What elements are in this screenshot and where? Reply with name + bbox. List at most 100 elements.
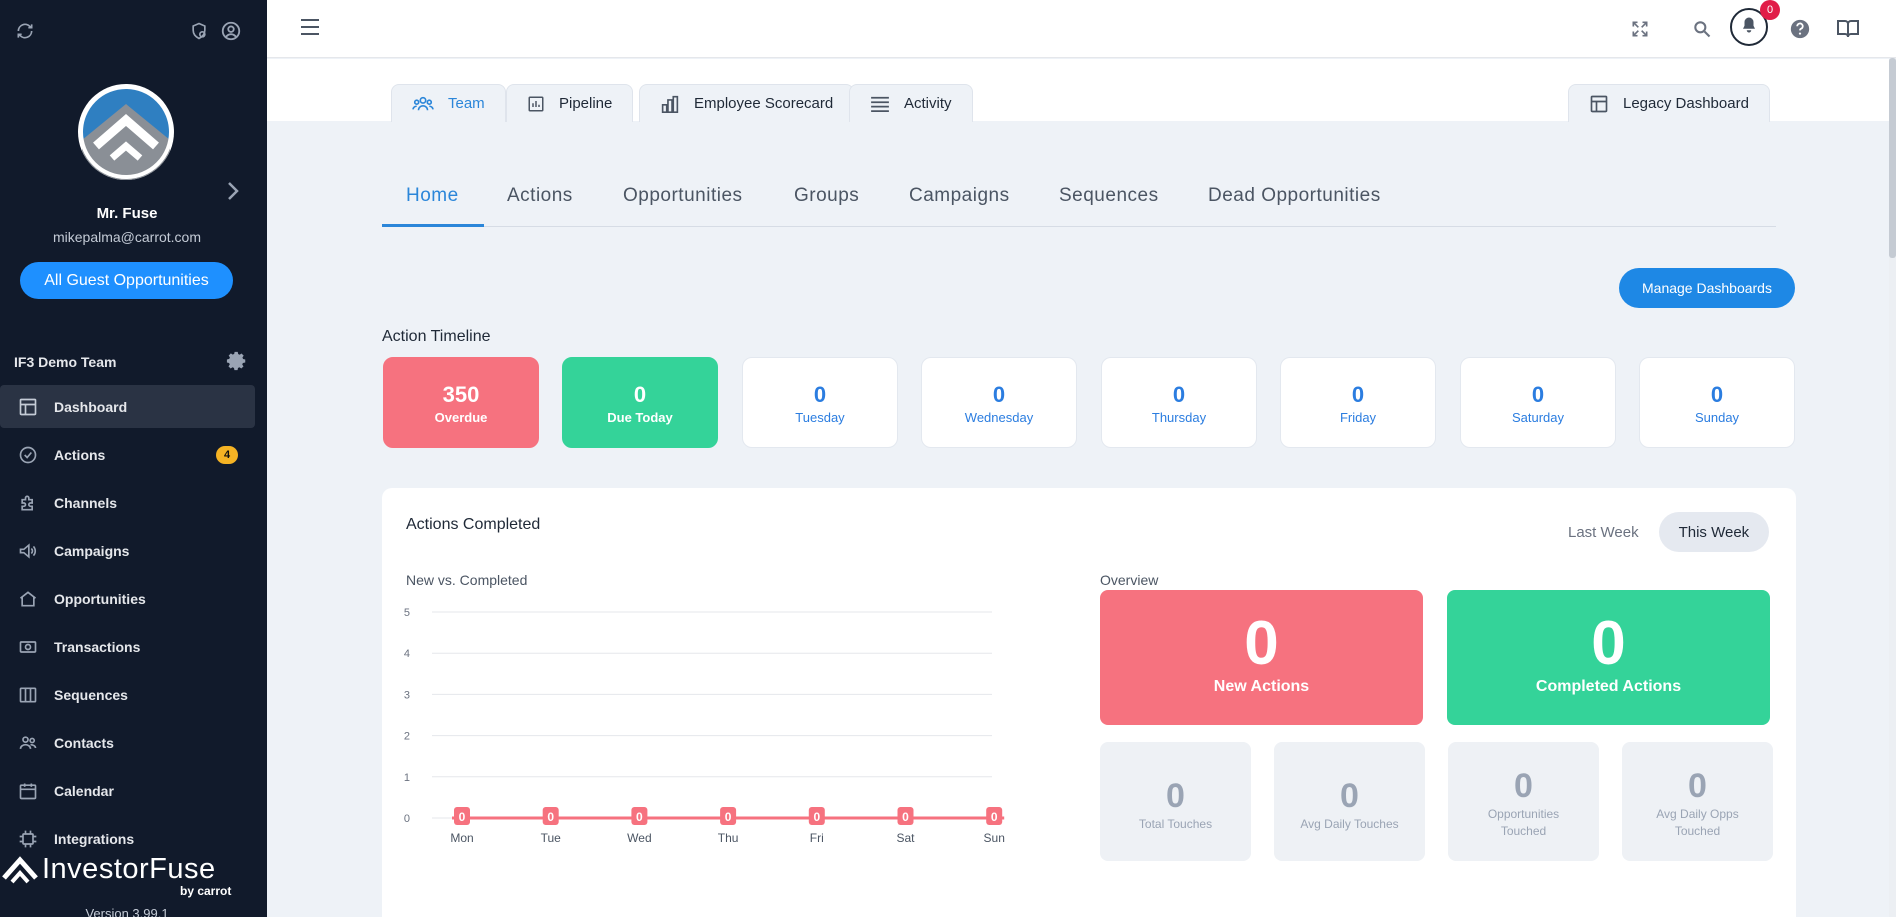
sidebar-item-label: Actions	[54, 446, 106, 463]
list-icon	[870, 96, 890, 112]
sync-icon[interactable]	[12, 18, 38, 44]
subtab-opportunities[interactable]: Opportunities	[623, 185, 743, 207]
bar-chart-icon	[660, 95, 680, 113]
opportunities-touched-card: 0 Opportunities Touched	[1448, 742, 1599, 861]
timeline-card-tuesday[interactable]: 0 Tuesday	[742, 357, 898, 448]
new-actions-value: 0	[1244, 609, 1279, 678]
subtab-dead-opportunities[interactable]: Dead Opportunities	[1208, 185, 1381, 207]
team-name: IF3 Demo Team	[14, 354, 117, 370]
timeline-card-value: 350	[442, 382, 480, 407]
subtab-home[interactable]: Home	[406, 185, 459, 207]
check-circle-icon	[16, 443, 40, 467]
sidebar-item-campaigns[interactable]: Campaigns	[0, 529, 267, 572]
book-icon[interactable]	[1833, 14, 1863, 44]
subtab-groups[interactable]: Groups	[794, 185, 859, 207]
total-touches-value: 0	[1166, 777, 1185, 815]
actions-completed-panel: Actions Completed Last Week This Week Ne…	[382, 488, 1796, 917]
this-week-button[interactable]: This Week	[1658, 512, 1770, 552]
timeline-card-overdue[interactable]: 350 Overdue	[383, 357, 539, 448]
tab-activity[interactable]: Activity	[849, 84, 973, 122]
sidebar-item-label: Opportunities	[54, 590, 146, 607]
timeline-card-due-today[interactable]: 0 Due Today	[562, 357, 718, 448]
last-week-button[interactable]: Last Week	[1548, 512, 1659, 552]
x-tick-label: Wed	[627, 831, 651, 845]
hamburger-menu-icon[interactable]	[299, 16, 321, 44]
sidebar-item-channels[interactable]: Channels	[0, 481, 267, 524]
avg-daily-opps-touched-value: 0	[1688, 767, 1707, 805]
search-icon[interactable]	[1687, 14, 1717, 44]
chevron-right-icon[interactable]	[226, 181, 240, 207]
timeline-card-sunday[interactable]: 0 Sunday	[1639, 357, 1795, 448]
total-touches-card: 0 Total Touches	[1100, 742, 1251, 861]
timeline-card-thursday[interactable]: 0 Thursday	[1101, 357, 1257, 448]
data-label: 0	[547, 810, 554, 824]
sidebar-item-label: Transactions	[54, 638, 141, 655]
new-actions-card[interactable]: 0 New Actions	[1100, 590, 1423, 725]
sidebar-item-transactions[interactable]: Transactions	[0, 625, 267, 668]
sidebar-item-opportunities[interactable]: Opportunities	[0, 577, 267, 620]
x-tick-label: Mon	[450, 831, 473, 845]
opportunities-touched-label: Opportunities Touched	[1487, 807, 1560, 838]
tab-label: Team	[448, 95, 485, 112]
x-tick-label: Fri	[810, 831, 824, 845]
top-bar: 0	[267, 0, 1896, 58]
tab-label: Pipeline	[559, 95, 613, 112]
tab-team[interactable]: Team	[391, 84, 506, 122]
sidebar-item-label: Integrations	[54, 830, 135, 847]
timeline-card-wednesday[interactable]: 0 Wednesday	[921, 357, 1077, 448]
tab-pipeline[interactable]: Pipeline	[506, 84, 634, 122]
overview-title: Overview	[1100, 572, 1159, 588]
layout-icon	[1589, 94, 1609, 114]
dashboard-icon	[16, 395, 40, 419]
avg-daily-touches-card: 0 Avg Daily Touches	[1274, 742, 1425, 861]
completed-actions-card[interactable]: 0 Completed Actions	[1447, 590, 1770, 725]
sidebar-item-contacts[interactable]: Contacts	[0, 721, 267, 764]
y-tick-label: 0	[404, 813, 410, 825]
megaphone-icon	[16, 539, 40, 563]
subtab-campaigns[interactable]: Campaigns	[909, 185, 1010, 207]
bell-icon	[1740, 16, 1758, 39]
tab-employee-scorecard[interactable]: Employee Scorecard	[639, 84, 855, 122]
brand-by: by carrot	[180, 884, 232, 898]
data-label: 0	[902, 810, 909, 824]
subtab-sequences[interactable]: Sequences	[1059, 185, 1159, 207]
page-scrollbar-thumb[interactable]	[1889, 58, 1896, 258]
sidebar-item-actions[interactable]: Actions 4	[0, 433, 267, 476]
avg-daily-opps-touched-card: 0 Avg Daily Opps Touched	[1622, 742, 1773, 861]
y-tick-label: 2	[404, 731, 410, 743]
calendar-icon	[16, 779, 40, 803]
user-circle-icon[interactable]	[218, 18, 244, 44]
avg-daily-touches-value: 0	[1340, 777, 1359, 815]
tab-legacy-dashboard[interactable]: Legacy Dashboard	[1568, 84, 1770, 122]
data-label: 0	[991, 810, 998, 824]
sidebar-item-label: Dashboard	[54, 398, 128, 415]
avg-daily-touches-label: Avg Daily Touches	[1300, 817, 1399, 831]
timeline-card-label: Saturday	[1511, 410, 1565, 425]
active-subtab-indicator	[382, 224, 484, 227]
house-icon	[16, 587, 40, 611]
brand-logo: InvestorFuse by carrot	[0, 850, 267, 900]
subtab-actions[interactable]: Actions	[507, 185, 573, 207]
sidebar-item-label: Sequences	[54, 686, 128, 703]
fullscreen-icon[interactable]	[1625, 14, 1655, 44]
team-icon	[412, 95, 434, 113]
sidebar-item-dashboard[interactable]: Dashboard	[0, 385, 255, 428]
help-icon[interactable]	[1785, 14, 1815, 44]
all-guest-opportunities-button[interactable]: All Guest Opportunities	[20, 262, 233, 299]
columns-icon	[16, 683, 40, 707]
sidebar-item-sequences[interactable]: Sequences	[0, 673, 267, 716]
timeline-card-label: Sunday	[1694, 410, 1740, 425]
shield-clock-icon[interactable]	[186, 18, 212, 44]
timeline-card-saturday[interactable]: 0 Saturday	[1460, 357, 1616, 448]
avg-daily-opps-touched-label: Avg Daily Opps Touched	[1656, 807, 1739, 838]
completed-actions-value: 0	[1591, 609, 1626, 678]
sidebar-item-calendar[interactable]: Calendar	[0, 769, 267, 812]
gear-icon[interactable]	[226, 350, 248, 378]
total-touches-label: Total Touches	[1138, 817, 1213, 831]
tab-label: Employee Scorecard	[694, 95, 834, 112]
sidebar-item-label: Contacts	[54, 734, 114, 751]
timeline-card-friday[interactable]: 0 Friday	[1280, 357, 1436, 448]
manage-dashboards-button[interactable]: Manage Dashboards	[1619, 268, 1795, 308]
sub-tabs: Home Actions Opportunities Groups Campai…	[382, 180, 1776, 227]
people-icon	[16, 731, 40, 755]
